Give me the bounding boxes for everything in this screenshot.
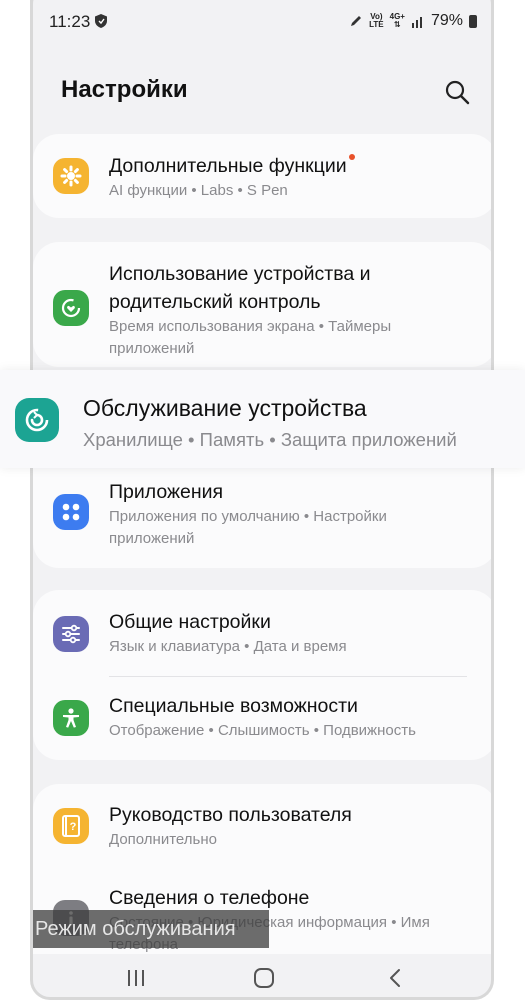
item-subtitle: Дополнительно (109, 831, 217, 848)
item-title: Использование устройства и родительский … (109, 263, 371, 313)
battery-percent: 79% (430, 12, 463, 29)
item-title: Сведения о телефоне (109, 887, 310, 909)
item-subtitle: Отображение • Слышимость • Подвижность (109, 722, 416, 739)
settings-item-user-manual[interactable]: ? Руководство пользователя Дополнительно (33, 784, 491, 868)
settings-item-apps[interactable]: Приложения Приложения по умолчанию • Нас… (33, 470, 491, 568)
card-general: Общие настройки Язык и клавиатура • Дата… (33, 590, 491, 760)
item-title: Общие настройки (109, 611, 271, 633)
item-title: Специальные возможности (109, 695, 358, 717)
status-bar: 11:23 Vo) LTE 4G+ ⇅ 79% (33, 0, 491, 44)
item-subtitle: Язык и клавиатура • Дата и время (109, 638, 347, 655)
card-wellbeing: Использование устройства и родительский … (33, 242, 491, 367)
item-subtitle: Приложения по умолчанию • Настройки прил… (109, 508, 387, 547)
highlighted-item-title: Обслуживание устройства (83, 395, 367, 421)
device-care-icon (15, 398, 59, 442)
maintenance-mode-label: Режим обслуживания (33, 910, 269, 948)
status-time: 11:23 (49, 12, 91, 31)
item-subtitle: Время использования экрана • Таймеры при… (109, 318, 392, 357)
item-title: Руководство пользователя (109, 804, 352, 826)
general-settings-icon (53, 616, 89, 652)
svg-text:?: ? (70, 821, 77, 833)
user-manual-icon: ? (53, 808, 89, 844)
settings-item-digital-wellbeing[interactable]: Использование устройства и родительский … (33, 242, 491, 367)
highlighted-item-subtitle: Хранилище • Память • Защита приложений (83, 429, 457, 450)
accessibility-icon (53, 700, 89, 736)
item-title: Приложения (109, 481, 224, 503)
digital-wellbeing-icon (53, 290, 89, 326)
status-icons: Vo) LTE 4G+ ⇅ 79% (349, 12, 477, 30)
home-icon[interactable] (253, 967, 275, 989)
shield-icon (95, 14, 107, 28)
battery-icon (469, 14, 477, 28)
item-subtitle: AI функции • Labs • S Pen (109, 182, 288, 199)
search-icon[interactable] (443, 78, 471, 106)
item-title: Дополнительные функции (109, 155, 347, 177)
card-advanced: Дополнительные функции AI функции • Labs… (33, 134, 491, 218)
phone-frame: 11:23 Vo) LTE 4G+ ⇅ 79% Настройки Дополн… (30, 0, 494, 1000)
settings-item-advanced-features[interactable]: Дополнительные функции AI функции • Labs… (33, 134, 491, 218)
signal-icon (411, 17, 422, 28)
apps-icon (53, 494, 89, 530)
recents-icon[interactable] (125, 967, 147, 989)
advanced-features-icon (53, 158, 89, 194)
settings-item-accessibility[interactable]: Специальные возможности Отображение • Сл… (33, 676, 491, 760)
volte-indicator: Vo) LTE (369, 12, 384, 29)
network-type-indicator: 4G+ ⇅ (389, 12, 405, 29)
settings-item-general[interactable]: Общие настройки Язык и клавиатура • Дата… (33, 590, 491, 674)
page-title: Настройки (61, 76, 188, 103)
back-icon[interactable] (385, 967, 407, 989)
navigation-bar (33, 955, 491, 997)
notification-badge (348, 154, 355, 160)
pen-icon (351, 16, 362, 26)
